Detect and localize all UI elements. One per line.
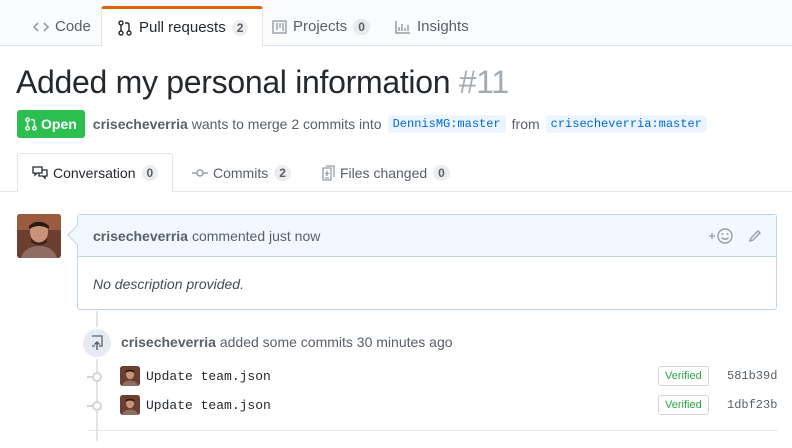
pr-tabnav: Conversation 0 Commits 2 Files changed 0 [0,152,792,193]
projects-counter: 0 [353,18,370,35]
repo-tab-label: Projects [293,18,348,35]
commit-message-link[interactable]: Update team.json [146,369,271,384]
graph-icon [394,19,412,35]
repo-tab-label: Pull requests [139,19,226,36]
git-commit-icon [87,401,102,411]
page-title: Added my personal information #11 [16,64,509,101]
tab-commits[interactable]: Commits 2 [178,153,305,193]
avatar[interactable] [120,366,140,386]
pencil-icon[interactable] [748,229,762,243]
project-icon [270,19,288,35]
head-branch[interactable]: crisecheverria:master [545,115,707,133]
avatar[interactable] [120,395,140,415]
commit-row: Update team.json Verified 1dbf23b [87,395,778,419]
pr-title-text: Added my personal information [16,64,451,100]
repo-tab-projects[interactable]: Projects 0 [256,6,384,47]
timeline-event: crisecheverria added some commits 30 min… [121,334,453,350]
git-pull-request-icon [116,19,134,36]
conversation-counter: 0 [141,165,159,181]
tab-label: Conversation [53,165,136,181]
comment-discussion-icon [32,166,48,180]
from-text: from [511,116,540,132]
repo-tab-pull-requests[interactable]: Pull requests 2 [101,6,264,47]
commit-sha-link[interactable]: 1dbf23b [727,398,777,412]
commit-message-link[interactable]: Update team.json [146,398,271,413]
comment-box: crisecheverria commented just now No des… [67,214,777,310]
commit-sha-link[interactable]: 581b39d [727,369,777,383]
state-label: Open [41,116,77,132]
git-commit-icon [87,372,102,382]
comment-author-link[interactable]: crisecheverria [93,228,188,244]
repo-nav: Code Pull requests 2 Projects 0 Insights [0,0,792,47]
comment-header: crisecheverria commented just now [78,215,776,257]
comment-action-text: commented just now [191,227,321,244]
tab-conversation[interactable]: Conversation 0 [17,153,174,193]
repo-tab-label: Code [55,18,91,35]
add-reaction-icon[interactable] [708,227,734,245]
git-commit-icon [192,168,208,178]
repo-tab-insights[interactable]: Insights [380,6,483,47]
commits-counter: 2 [274,165,291,181]
state-badge: Open [17,110,85,138]
base-branch[interactable]: DennisMG:master [387,115,506,133]
pr-number: #11 [458,64,509,100]
pr-author-link[interactable]: crisecheverria [93,116,188,132]
git-pull-request-icon [25,117,37,131]
diff-icon [322,165,335,181]
timeline-author-link[interactable]: crisecheverria [121,334,216,350]
tab-label: Commits [213,165,269,181]
repo-tab-label: Insights [417,18,469,35]
timeline-event-text: added some commits 30 minutes ago [219,334,453,350]
code-icon [32,19,50,35]
divider [88,430,778,431]
commit-row: Update team.json Verified 581b39d [87,366,778,390]
verified-badge[interactable]: Verified [658,366,709,386]
pull-requests-counter: 2 [231,19,249,36]
tab-label: Files changed [340,165,428,181]
repo-tab-code[interactable]: Code [18,6,105,47]
comment-body: No description provided. [93,276,244,292]
repo-push-icon [81,327,113,359]
merge-text: wants to merge 2 commits into [191,116,382,132]
pr-meta: Open crisecheverria wants to merge 2 com… [17,110,713,138]
avatar[interactable] [17,214,61,258]
verified-badge[interactable]: Verified [658,395,709,415]
files-changed-counter: 0 [433,165,450,181]
tab-files-changed[interactable]: Files changed 0 [308,153,464,193]
comment-actions [708,227,762,245]
